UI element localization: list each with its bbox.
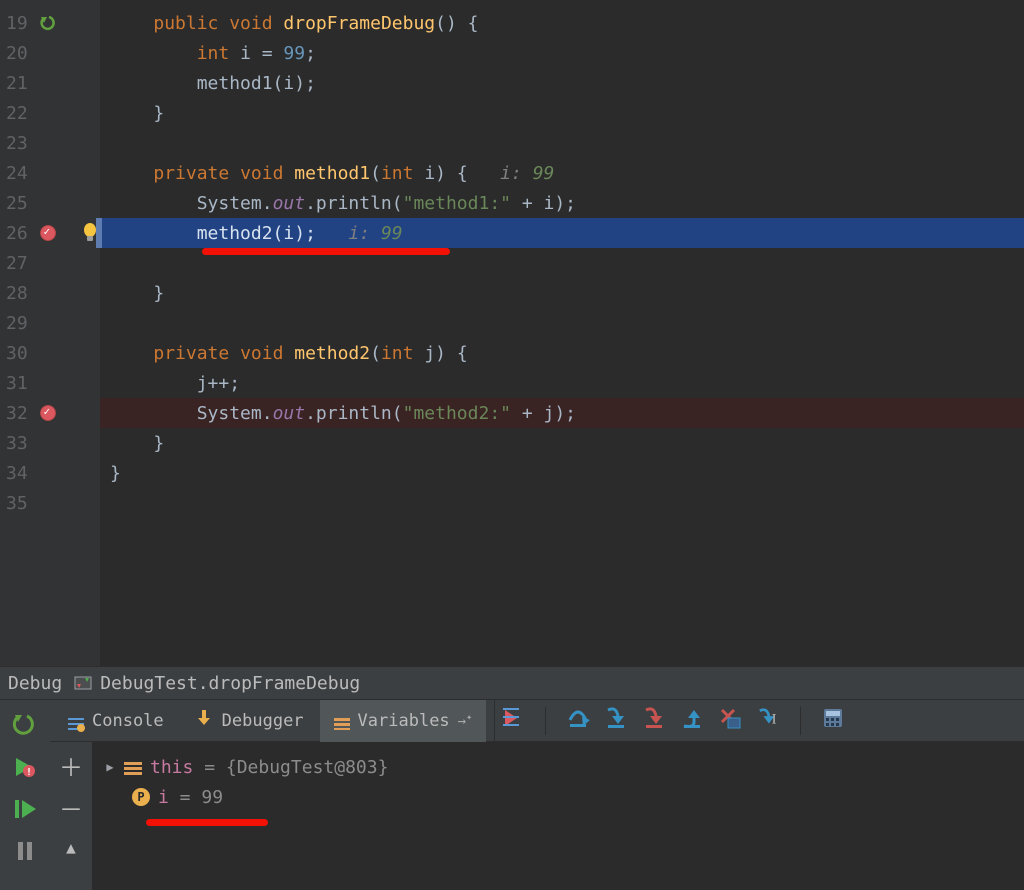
parameter-badge-icon: P	[132, 788, 150, 806]
code-line[interactable]: method1(i);	[100, 68, 1024, 98]
code-line[interactable]: int i = 99;	[100, 38, 1024, 68]
step-into-icon[interactable]	[606, 708, 626, 733]
gutter-row[interactable]: 33	[0, 428, 100, 458]
debug-title: Debug	[8, 673, 62, 694]
step-over-icon[interactable]	[568, 708, 588, 733]
tab-console-label: Console	[92, 711, 164, 731]
remove-watch-icon[interactable]: －	[59, 798, 83, 822]
debug-header: Debug DebugTest.dropFrameDebug	[0, 666, 1024, 700]
drop-frame-icon[interactable]	[720, 708, 740, 733]
resume-icon[interactable]	[14, 798, 36, 820]
code-line[interactable]	[100, 248, 1024, 278]
code-line[interactable]: }	[100, 98, 1024, 128]
variable-this[interactable]: ▶ this = {DebugTest@803}	[100, 752, 1016, 782]
code-line[interactable]: System.out.println("method1:" + i);	[100, 188, 1024, 218]
tab-variables[interactable]: Variables →✦	[320, 700, 487, 742]
code-line[interactable]	[100, 488, 1024, 518]
svg-text:I: I	[772, 711, 777, 727]
show-execution-point-icon[interactable]	[503, 708, 523, 733]
variables-view: ＋ － ▲ ▶ this = {DebugTest@803} P i = 99	[50, 742, 1024, 890]
resume-with-breakpoints-icon[interactable]: !	[14, 756, 36, 778]
variables-icon	[334, 715, 350, 727]
gutter-row[interactable]: 29	[0, 308, 100, 338]
debug-run-controls: !	[0, 700, 50, 890]
breakpoint-icon[interactable]	[40, 225, 56, 241]
breakpoint-icon[interactable]	[40, 405, 56, 421]
annotation-underline	[146, 819, 268, 826]
editor-code-area[interactable]: public void dropFrameDebug() { int i = 9…	[100, 0, 1024, 666]
code-line[interactable]: }	[100, 458, 1024, 488]
gutter-row[interactable]: 34	[0, 458, 100, 488]
watch-tool-strip: ＋ － ▲	[50, 742, 92, 890]
object-icon	[124, 760, 142, 774]
pin-icon[interactable]: →✦	[458, 712, 472, 730]
code-line[interactable]: }	[100, 278, 1024, 308]
rerun-icon[interactable]	[14, 714, 36, 736]
gutter-row[interactable]: 25	[0, 188, 100, 218]
threads-icon	[68, 715, 84, 727]
debug-tab-bar: Console Debugger Variables →✦	[50, 700, 1024, 742]
gutter-row[interactable]: 19	[0, 8, 100, 38]
gutter-row[interactable]: 22	[0, 98, 100, 128]
var-value: = {DebugTest@803}	[193, 757, 388, 778]
gutter-row[interactable]: 24	[0, 158, 100, 188]
move-up-icon[interactable]: ▲	[66, 840, 76, 856]
gutter-row[interactable]: 28	[0, 278, 100, 308]
svg-text:!: !	[26, 767, 32, 778]
debug-config-name: DebugTest.dropFrameDebug	[100, 673, 360, 694]
code-line[interactable]: public void dropFrameDebug() {	[100, 8, 1024, 38]
expand-icon[interactable]: ▶	[104, 760, 116, 774]
tab-debugger[interactable]: Debugger	[180, 700, 318, 742]
gutter-row[interactable]: 21	[0, 68, 100, 98]
gutter-row[interactable]: 31	[0, 368, 100, 398]
step-controls: I	[494, 700, 851, 742]
variable-i[interactable]: P i = 99	[100, 782, 1016, 812]
gutter-row[interactable]: 35	[0, 488, 100, 518]
debug-config-icon[interactable]	[74, 674, 92, 692]
code-line[interactable]	[100, 308, 1024, 338]
code-line[interactable]: j++;	[100, 368, 1024, 398]
add-watch-icon[interactable]: ＋	[59, 756, 83, 780]
code-editor[interactable]: 1920212223242526272829303132333435 publi…	[0, 0, 1024, 666]
code-line[interactable]: System.out.println("method2:" + j);	[100, 398, 1024, 428]
pause-icon[interactable]	[14, 840, 36, 862]
gutter-row[interactable]: 27	[0, 248, 100, 278]
intention-bulb-icon[interactable]	[82, 223, 98, 243]
debug-panel: ! Console Debugger	[0, 700, 1024, 890]
gutter-row[interactable]: 30	[0, 338, 100, 368]
evaluate-expression-icon[interactable]	[823, 708, 843, 733]
tab-debugger-label: Debugger	[222, 711, 304, 731]
step-out-icon[interactable]	[682, 708, 702, 733]
tab-console[interactable]: Console	[54, 700, 178, 742]
var-value: = 99	[169, 787, 223, 808]
code-line[interactable]	[100, 128, 1024, 158]
gutter-row[interactable]: 20	[0, 38, 100, 68]
variables-list[interactable]: ▶ this = {DebugTest@803} P i = 99	[92, 742, 1024, 890]
code-line[interactable]: method2(i); i: 99	[100, 218, 1024, 248]
editor-gutter[interactable]: 1920212223242526272829303132333435	[0, 0, 100, 666]
var-name: this	[150, 757, 193, 778]
tab-variables-label: Variables	[358, 711, 450, 731]
var-name: i	[158, 787, 169, 808]
gutter-row[interactable]: 23	[0, 128, 100, 158]
run-to-cursor-icon[interactable]: I	[758, 708, 778, 733]
force-step-into-icon[interactable]	[644, 708, 664, 733]
code-line[interactable]: private void method2(int j) {	[100, 338, 1024, 368]
download-icon	[194, 708, 214, 733]
code-line[interactable]: private void method1(int i) { i: 99	[100, 158, 1024, 188]
code-line[interactable]: }	[100, 428, 1024, 458]
return-icon[interactable]	[40, 15, 56, 31]
gutter-row[interactable]: 32	[0, 398, 100, 428]
